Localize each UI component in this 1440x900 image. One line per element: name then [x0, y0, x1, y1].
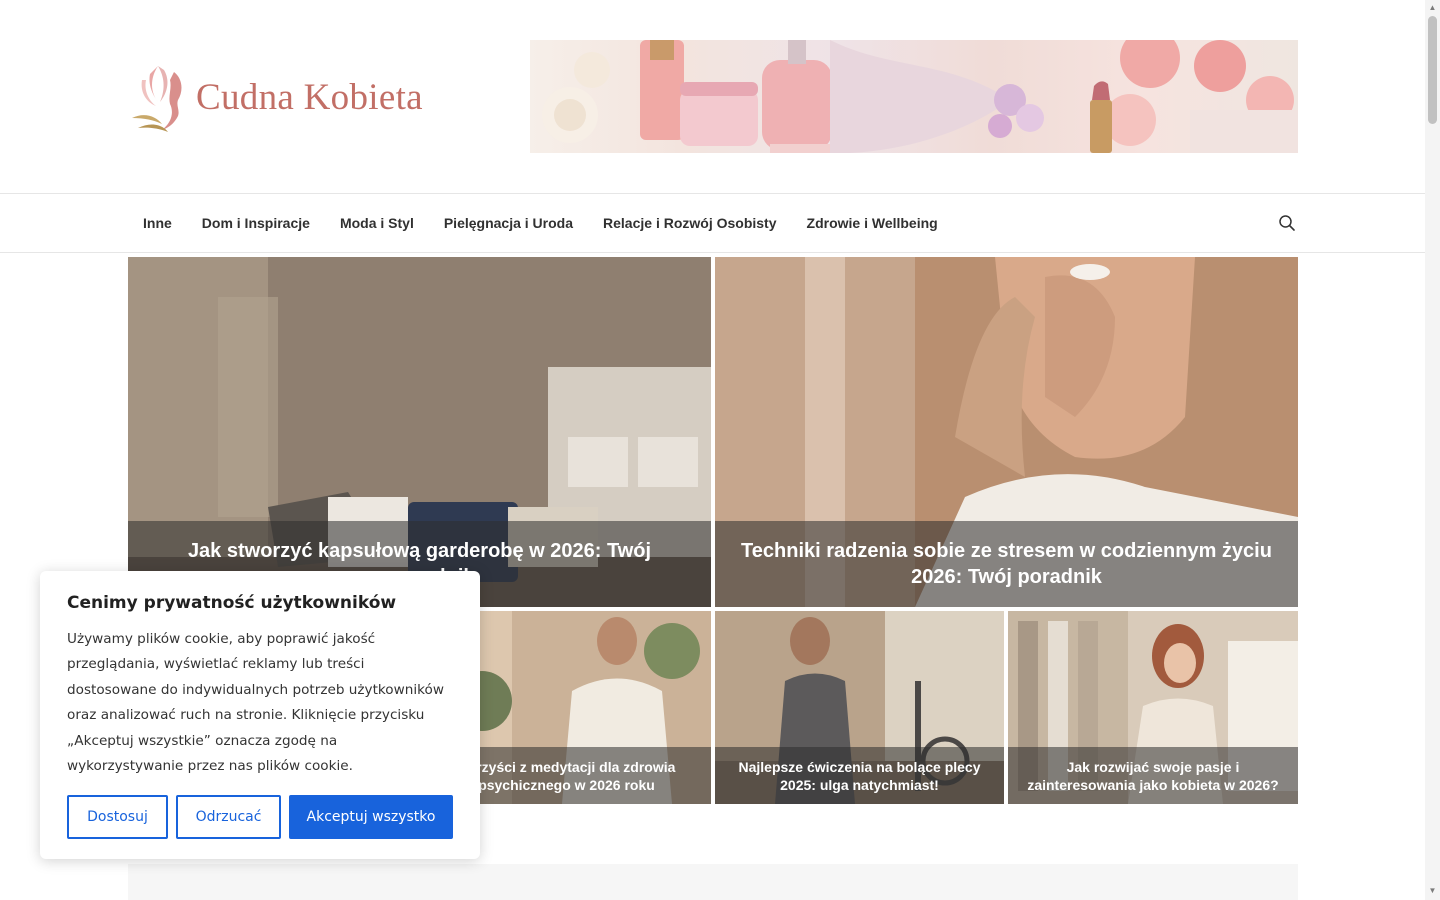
nav-item-inne[interactable]: Inne — [128, 215, 187, 231]
reject-button[interactable]: Odrzucać — [176, 795, 281, 839]
featured-post-capsule-wardrobe[interactable]: Jak stworzyć kapsułową garderobę w 2026:… — [128, 257, 711, 607]
woman-profile-logo-icon — [132, 66, 182, 132]
cookie-buttons: Dostosuj Odrzucać Akceptuj wszystko — [67, 795, 453, 839]
scroll-down-arrow-icon[interactable]: ▼ — [1428, 886, 1437, 895]
cookie-dialog-title: Cenimy prywatność użytkowników — [67, 593, 397, 613]
accept-all-button[interactable]: Akceptuj wszystko — [289, 795, 453, 839]
site-header: Cudna Kobieta — [0, 0, 1425, 193]
nav-item-moda-i-styl[interactable]: Moda i Styl — [325, 215, 429, 231]
content-section-placeholder — [128, 864, 1298, 900]
main-navigation: Inne Dom i Inspiracje Moda i Styl Pielęg… — [0, 193, 1425, 253]
nav-item-relacje-i-rozwoj-osobisty[interactable]: Relacje i Rozwój Osobisty — [588, 215, 792, 231]
post-title[interactable]: Techniki radzenia sobie ze stresem w cod… — [715, 521, 1298, 607]
page-scrollbar[interactable]: ▲ ▼ — [1425, 0, 1440, 900]
nav-item-zdrowie-i-wellbeing[interactable]: Zdrowie i Wellbeing — [792, 215, 953, 231]
cookie-consent-dialog: Cenimy prywatność użytkowników Używamy p… — [40, 571, 480, 859]
nav-item-pielegnacja-i-uroda[interactable]: Pielęgnacja i Uroda — [429, 215, 588, 231]
post-title[interactable]: Najlepsze ćwiczenia na bolące plecy 2025… — [715, 747, 1004, 804]
customize-button[interactable]: Dostosuj — [67, 795, 168, 839]
site-logo[interactable]: Cudna Kobieta — [128, 58, 458, 136]
site-logo-text: Cudna Kobieta — [196, 76, 423, 118]
header-banner-image[interactable] — [530, 40, 1298, 153]
scroll-up-arrow-icon[interactable]: ▲ — [1428, 3, 1437, 12]
scrollbar-thumb[interactable] — [1428, 16, 1437, 124]
post-title[interactable]: Jak rozwijać swoje pasje i zainteresowan… — [1008, 747, 1298, 804]
nav-menu: Inne Dom i Inspiracje Moda i Styl Pielęg… — [128, 194, 953, 252]
search-icon[interactable] — [1278, 214, 1296, 232]
featured-post-back-exercises[interactable]: Najlepsze ćwiczenia na bolące plecy 2025… — [715, 611, 1004, 804]
nav-item-dom-i-inspiracje[interactable]: Dom i Inspiracje — [187, 215, 325, 231]
featured-post-stress-techniques[interactable]: Techniki radzenia sobie ze stresem w cod… — [715, 257, 1298, 607]
cookie-dialog-text: Używamy plików cookie, aby poprawić jako… — [67, 631, 444, 775]
featured-post-develop-passions[interactable]: Jak rozwijać swoje pasje i zainteresowan… — [1008, 611, 1298, 804]
